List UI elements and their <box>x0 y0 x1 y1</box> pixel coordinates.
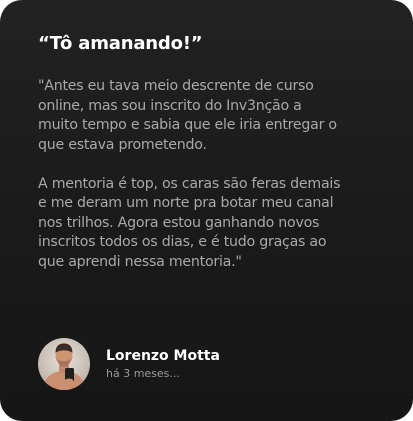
testimonial-title: “Tô amanando!” <box>38 33 203 54</box>
testimonial-paragraph: "Antes eu tava meio descrente de curso o… <box>38 78 337 153</box>
author-time: há 3 meses... <box>106 367 180 380</box>
testimonial-body: "Antes eu tava meio descrente de curso o… <box>38 77 388 272</box>
author-info: Lorenzo Motta há 3 meses... <box>106 347 220 381</box>
author-name: Lorenzo Motta <box>106 348 220 364</box>
avatar-photo-icon <box>38 338 90 390</box>
testimonial-card: “Tô amanando!” "Antes eu tava meio descr… <box>0 0 413 421</box>
testimonial-paragraph: A mentoria é top, os caras são feras dem… <box>38 175 341 270</box>
author-block: Lorenzo Motta há 3 meses... <box>38 338 220 390</box>
avatar <box>38 338 90 390</box>
